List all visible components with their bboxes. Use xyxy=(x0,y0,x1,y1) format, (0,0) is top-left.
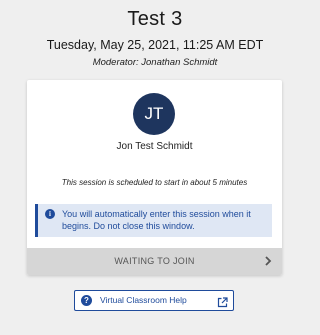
session-moderator: Moderator: Jonathan Schmidt xyxy=(92,57,218,68)
user-name: Jon Test Schmidt xyxy=(116,141,193,152)
notice-text: You will automatically enter this sessio… xyxy=(62,209,251,231)
page-title: Test 3 xyxy=(127,8,183,30)
schedule-message: This session is scheduled to start in ab… xyxy=(61,178,248,187)
info-icon: i xyxy=(45,209,55,219)
help-label: Virtual Classroom Help xyxy=(100,295,187,305)
chevron-right-icon xyxy=(263,255,273,267)
question-icon: ? xyxy=(81,295,92,306)
waiting-to-join-label: WAITING TO JOIN xyxy=(114,256,195,266)
info-notice: i You will automatically enter this sess… xyxy=(35,204,272,237)
session-datetime: Tuesday, May 25, 2021, 11:25 AM EDT xyxy=(46,38,264,52)
virtual-classroom-help-button[interactable]: ? Virtual Classroom Help xyxy=(74,290,234,311)
external-link-icon xyxy=(217,295,228,308)
waiting-to-join-button[interactable]: WAITING TO JOIN xyxy=(27,248,282,275)
waiting-room-card: JT Jon Test Schmidt This session is sche… xyxy=(27,80,282,275)
avatar: JT xyxy=(133,93,175,135)
